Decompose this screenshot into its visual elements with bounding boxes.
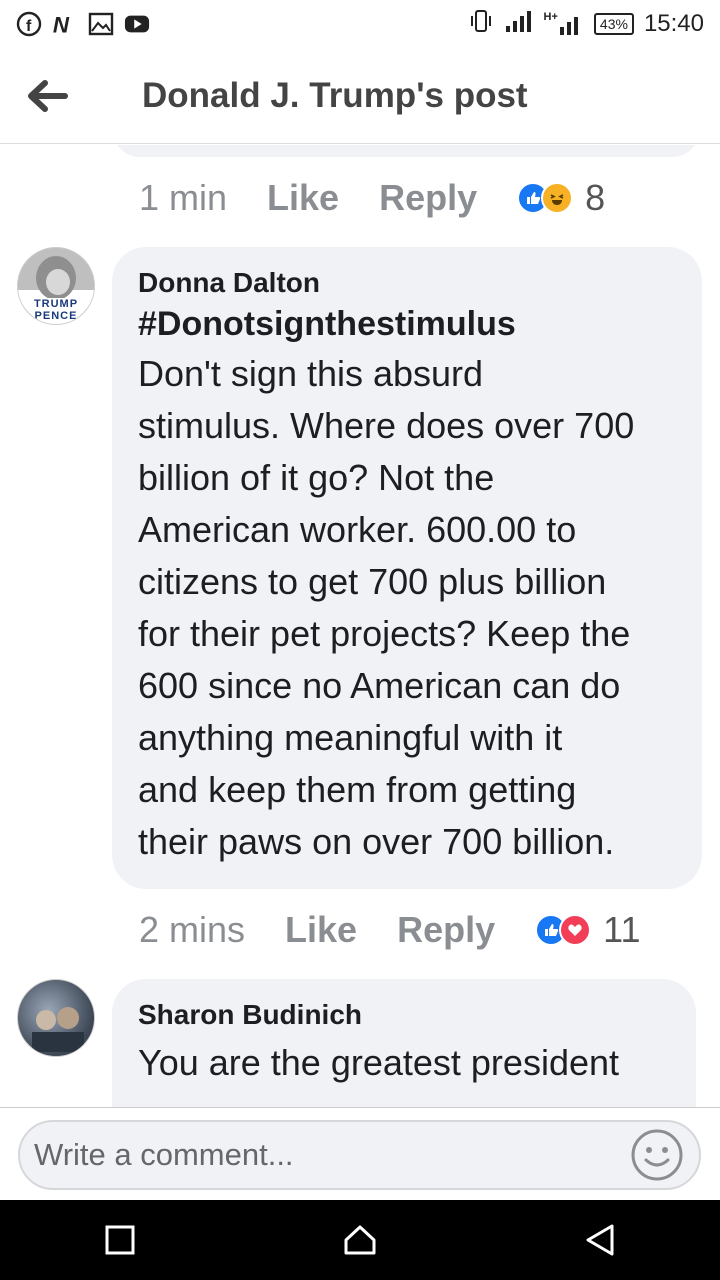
comment-line: for their pet projects? Keep the — [138, 613, 631, 654]
comment-line: 600 since no American can do — [138, 665, 621, 706]
like-button[interactable]: Like — [267, 177, 339, 219]
reaction-count: 8 — [585, 177, 606, 218]
comment-time: 2 mins — [139, 909, 246, 950]
reaction-summary[interactable] — [535, 914, 592, 946]
comment-line: billion of it go? Not the — [138, 457, 495, 498]
back-nav-button[interactable] — [570, 1210, 630, 1270]
avatar[interactable] — [17, 979, 95, 1057]
comment-text: Don't sign this absurd stimulus. Where d… — [138, 348, 676, 868]
n-app-icon: N — [52, 11, 78, 37]
reply-button[interactable]: Reply — [397, 909, 495, 951]
home-button[interactable] — [330, 1210, 390, 1270]
heart-icon — [559, 914, 592, 946]
comment-line: and keep them from getting — [138, 769, 577, 810]
arrow-left-icon — [28, 79, 68, 112]
comment-hashtag[interactable]: #Donotsignthestimulus — [138, 305, 676, 344]
youtube-icon — [124, 11, 150, 37]
comment-line: stimulus. Where does over 700 — [138, 405, 635, 446]
page-header: Donald J. Trump's post — [0, 48, 720, 144]
comment-meta: 2 mins Like Reply 11 — [139, 909, 641, 951]
reply-button[interactable]: Reply — [379, 177, 477, 219]
svg-text:f: f — [26, 18, 32, 35]
gallery-icon — [88, 11, 114, 37]
page-title: Donald J. Trump's post — [142, 75, 528, 115]
avatar-frame-text: TRUMP PENCE — [33, 298, 79, 322]
comment-author[interactable]: Donna Dalton — [138, 267, 676, 299]
clock: 15:40 — [643, 10, 704, 37]
status-bar-notifications: f N — [16, 11, 150, 37]
comment-meta: 1 min Like Reply 8 — [139, 177, 605, 219]
comment-bubble[interactable]: Donna Dalton #Donotsignthestimulus Don't… — [112, 247, 702, 889]
triangle-back-icon — [586, 1224, 614, 1256]
battery-indicator: 43% — [593, 13, 634, 35]
comment-line: citizens to get 700 plus billion — [138, 561, 607, 602]
like-button[interactable]: Like — [285, 909, 357, 951]
comment-bubble[interactable]: Sharon Budinich You are the greatest pre… — [112, 979, 696, 1107]
comments-list[interactable]: 1 min Like Reply 8 TRUMP PENCE Donna Dal… — [0, 145, 720, 1107]
network-type-label: H+ — [543, 11, 558, 23]
comment-text: You are the greatest president — [138, 1042, 620, 1083]
comment-line: Don't sign this absurd — [138, 353, 484, 394]
reaction-summary[interactable] — [517, 182, 574, 214]
home-icon — [344, 1225, 376, 1255]
comment-line: anything meaningful with it — [138, 717, 563, 758]
back-button[interactable] — [0, 48, 96, 144]
vibrate-icon — [468, 8, 494, 41]
status-bar: f N H+ 43% 15:40 — [0, 0, 720, 48]
facebook-icon: f — [16, 11, 42, 37]
comment-input[interactable]: Write a comment... — [18, 1120, 701, 1190]
laughing-emoji-icon — [541, 182, 574, 214]
recent-apps-button[interactable] — [90, 1210, 150, 1270]
status-bar-system: H+ 43% 15:40 — [468, 8, 704, 41]
comment-line: American worker. 600.00 to — [138, 509, 577, 550]
previous-comment-bubble — [112, 145, 700, 157]
comment-time: 1 min — [139, 177, 228, 218]
reaction-count: 11 — [603, 909, 641, 950]
svg-text:N: N — [53, 12, 70, 37]
avatar[interactable]: TRUMP PENCE — [17, 247, 95, 325]
system-nav-bar — [0, 1200, 720, 1280]
comment-line: their paws on over 700 billion. — [138, 821, 615, 862]
comment-composer: Write a comment... — [0, 1107, 720, 1200]
comment-author[interactable]: Sharon Budinich — [138, 999, 670, 1031]
signal-icon — [504, 8, 534, 41]
emoji-icon[interactable] — [630, 1128, 684, 1182]
square-icon — [105, 1225, 135, 1255]
signal-h-plus-icon: H+ — [544, 11, 584, 37]
